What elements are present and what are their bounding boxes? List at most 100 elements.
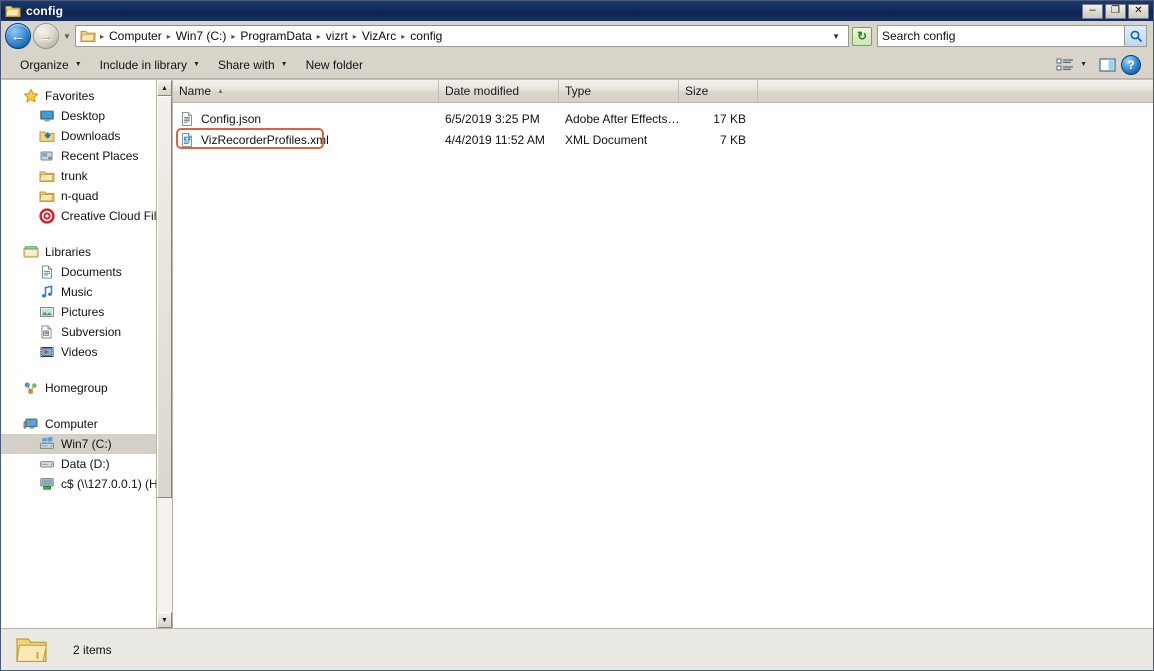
sidebar-item-documents[interactable]: Documents (1, 262, 156, 282)
sidebar-item-homegroup[interactable]: Homegroup (1, 378, 156, 398)
file-date-cell: 4/4/2019 11:52 AM (439, 133, 559, 147)
column-header-name[interactable]: Name ▲ (173, 80, 439, 102)
navigation-pane-scrollbar[interactable]: ▲ ▼ (156, 80, 172, 628)
breadcrumb-item-vizarc[interactable]: VizArc (358, 28, 400, 44)
folder-icon (80, 28, 96, 44)
drive-icon (39, 456, 55, 472)
breadcrumb-item-win7-c[interactable]: Win7 (C:) (172, 28, 231, 44)
sidebar-item-subversion[interactable]: Subversion (1, 322, 156, 342)
minimize-button[interactable]: – (1082, 4, 1103, 19)
status-bar: 2 items (1, 628, 1153, 670)
sidebar-item-data-d[interactable]: Data (D:) (1, 454, 156, 474)
sidebar-item-label: n-quad (61, 189, 98, 203)
window-title: config (26, 4, 1082, 18)
sidebar-item-trunk[interactable]: trunk (1, 166, 156, 186)
sidebar-item-label: Win7 (C:) (61, 437, 112, 451)
search-box[interactable] (877, 25, 1147, 47)
chevron-down-icon: ▼ (281, 61, 288, 68)
sidebar-item-pictures[interactable]: Pictures (1, 302, 156, 322)
nav-spacer (1, 400, 156, 414)
scroll-down-button[interactable]: ▼ (157, 612, 172, 628)
column-header-date-modified[interactable]: Date modified (439, 80, 559, 102)
chevron-down-icon[interactable]: ▼ (830, 32, 846, 41)
search-icon[interactable] (1124, 26, 1146, 46)
file-name-cell[interactable]: Config.json (173, 111, 439, 127)
refresh-icon[interactable]: ↻ (852, 27, 872, 46)
breadcrumb[interactable]: ▸ Computer ▸ Win7 (C:) ▸ ProgramData ▸ v… (75, 25, 849, 47)
include-in-library-button[interactable]: Include in library ▼ (91, 54, 209, 76)
forward-arrow-icon[interactable]: → (33, 23, 59, 49)
scrollbar-track[interactable] (157, 96, 172, 612)
view-mode-chevron-down-icon[interactable]: ▼ (1078, 61, 1095, 68)
breadcrumb-item-computer[interactable]: Computer (105, 28, 166, 44)
table-row[interactable]: Config.json 6/5/2019 3:25 PM Adobe After… (173, 108, 1153, 129)
sidebar-item-label: Subversion (61, 325, 121, 339)
file-name-cell[interactable]: VizRecorderProfiles.xml (173, 132, 439, 148)
column-header-label: Size (685, 84, 708, 98)
sidebar-item-label: Videos (61, 345, 97, 359)
file-list-pane: Name ▲ Date modified Type Size (173, 80, 1153, 628)
xml-file-icon (179, 132, 195, 148)
sidebar-item-computer[interactable]: Computer (1, 414, 156, 434)
sidebar-item-n-quad[interactable]: n-quad (1, 186, 156, 206)
close-button[interactable]: ✕ (1128, 4, 1149, 19)
table-row[interactable]: VizRecorderProfiles.xml 4/4/2019 11:52 A… (173, 129, 1153, 150)
sidebar-item-desktop[interactable]: Desktop (1, 106, 156, 126)
organize-label: Organize (20, 58, 69, 72)
sidebar-item-label: Documents (61, 265, 122, 279)
sidebar-item-recent-places[interactable]: Recent Places (1, 146, 156, 166)
back-arrow-icon[interactable]: ← (5, 23, 31, 49)
file-size-cell: 17 KB (679, 112, 758, 126)
sidebar-item-win7-c[interactable]: Win7 (C:) (1, 434, 156, 454)
scroll-up-button[interactable]: ▲ (157, 80, 172, 96)
downloads-icon (39, 128, 55, 144)
sidebar-item-network-drive-h[interactable]: c$ (\\127.0.0.1) (H:) (1, 474, 156, 494)
breadcrumb-item-vizrt[interactable]: vizrt (322, 28, 352, 44)
sidebar-item-music[interactable]: Music (1, 282, 156, 302)
chevron-down-icon: ▼ (193, 61, 200, 68)
recent-places-icon (39, 148, 55, 164)
sidebar-item-label: Data (D:) (61, 457, 110, 471)
column-header-type[interactable]: Type (559, 80, 679, 102)
column-header-label: Type (565, 84, 591, 98)
music-icon (39, 284, 55, 300)
computer-icon (23, 416, 39, 432)
title-bar[interactable]: config – ❐ ✕ (1, 1, 1153, 21)
sidebar-item-favorites[interactable]: Favorites (1, 86, 156, 106)
file-name-label: VizRecorderProfiles.xml (201, 133, 329, 147)
toolbar-right-group: ▼ ? (1054, 55, 1147, 75)
breadcrumb-item-programdata[interactable]: ProgramData (236, 28, 315, 44)
preview-pane-icon[interactable] (1097, 56, 1119, 74)
desktop-icon (39, 108, 55, 124)
scrollbar-thumb[interactable] (157, 96, 172, 498)
nav-group-computer: Computer Win7 (C:) (1, 414, 156, 494)
share-with-button[interactable]: Share with ▼ (209, 54, 297, 76)
file-size-cell: 7 KB (679, 133, 758, 147)
maximize-button[interactable]: ❐ (1105, 4, 1126, 19)
search-input[interactable] (878, 27, 1124, 45)
explorer-body: Favorites Desktop (1, 79, 1153, 628)
view-mode-icon[interactable] (1054, 56, 1076, 74)
json-file-icon (179, 111, 195, 127)
history-dropdown-icon[interactable]: ▼ (61, 23, 73, 49)
sidebar-item-label: Recent Places (61, 149, 138, 163)
sidebar-item-libraries[interactable]: Libraries (1, 242, 156, 262)
sidebar-item-videos[interactable]: Videos (1, 342, 156, 362)
new-folder-button[interactable]: New folder (297, 54, 372, 76)
sidebar-item-creative-cloud-files[interactable]: Creative Cloud Files (1, 206, 156, 226)
help-icon[interactable]: ? (1121, 55, 1141, 75)
column-header-size[interactable]: Size (679, 80, 758, 102)
sidebar-item-downloads[interactable]: Downloads (1, 126, 156, 146)
sidebar-item-label: trunk (61, 169, 88, 183)
sidebar-item-label: Desktop (61, 109, 105, 123)
sidebar-item-label: Homegroup (45, 381, 108, 395)
sidebar-item-label: Music (61, 285, 92, 299)
breadcrumb-item-config[interactable]: config (406, 28, 446, 44)
include-in-library-label: Include in library (100, 58, 187, 72)
sidebar-item-label: c$ (\\127.0.0.1) (H:) (61, 477, 156, 491)
sidebar-item-label: Pictures (61, 305, 104, 319)
organize-button[interactable]: Organize ▼ (11, 54, 91, 76)
sidebar-item-label: Computer (45, 417, 98, 431)
column-headers: Name ▲ Date modified Type Size (173, 80, 1153, 103)
folder-icon (39, 168, 55, 184)
